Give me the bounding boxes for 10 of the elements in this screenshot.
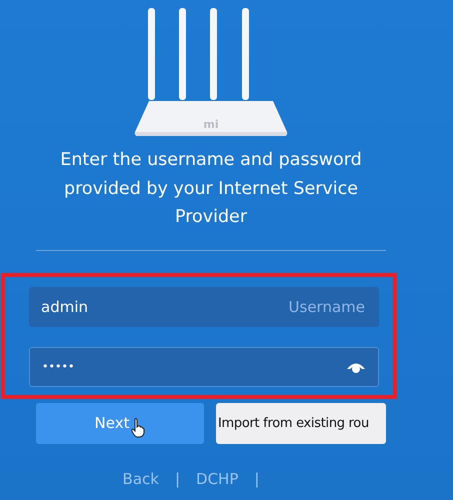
username-field[interactable]: admin Username bbox=[29, 286, 379, 326]
placeholder-label: Username bbox=[288, 298, 365, 316]
import-button[interactable]: Import from existing rou bbox=[216, 402, 386, 444]
instruction-text: Enter the username and password provided by your Internet Service Provider bbox=[59, 149, 363, 229]
next-button[interactable]: Next bbox=[36, 402, 204, 444]
password-field[interactable]: ••••• bbox=[29, 346, 379, 386]
hand-cursor-icon bbox=[131, 418, 146, 438]
separator-text: | bbox=[254, 470, 260, 488]
router-drawing: mi bbox=[131, 6, 291, 138]
separator-text: | bbox=[174, 470, 180, 488]
